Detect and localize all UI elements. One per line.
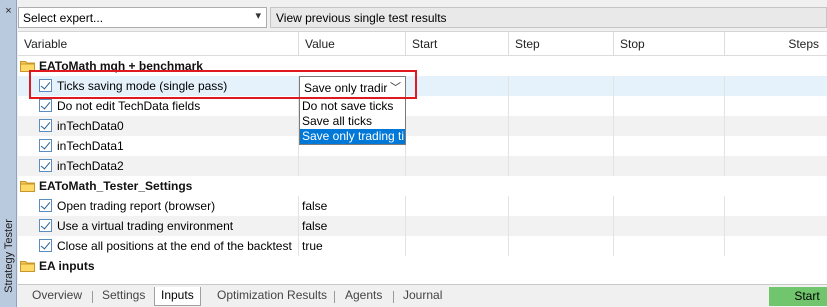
- inputs-grid: Variable Value Start Step Stop Steps EAT…: [18, 31, 827, 284]
- parameter-row[interactable]: Use a virtual trading environment false: [18, 216, 827, 236]
- grid-header: Variable Value Start Step Stop Steps: [18, 32, 827, 56]
- parameter-row[interactable]: inTechData0: [18, 116, 827, 136]
- parameter-name: Use a virtual trading environment: [57, 219, 234, 233]
- column-header-step[interactable]: Step: [509, 32, 613, 56]
- dropdown-option[interactable]: Save all ticks: [300, 114, 405, 129]
- parameter-value[interactable]: false: [302, 199, 327, 213]
- checkbox-icon[interactable]: [39, 139, 52, 152]
- panel-title: Strategy Tester: [2, 219, 15, 293]
- parameter-row[interactable]: inTechData1: [18, 136, 827, 156]
- panel-title-vertical: Strategy Tester: [0, 211, 17, 301]
- view-previous-results-label: View previous single test results: [276, 11, 447, 25]
- dropdown-option[interactable]: Do not save ticks: [300, 99, 405, 114]
- bottom-tab-bar: Overview Settings Inputs Optimization Re…: [18, 284, 827, 307]
- view-previous-results-button[interactable]: View previous single test results: [270, 7, 827, 28]
- column-header-value[interactable]: Value: [299, 32, 405, 56]
- group-row[interactable]: EA inputs: [18, 256, 827, 276]
- folder-icon: [20, 261, 35, 272]
- column-header-start[interactable]: Start: [406, 32, 508, 56]
- parameter-row[interactable]: Open trading report (browser) false: [18, 196, 827, 216]
- parameter-row[interactable]: inTechData2: [18, 156, 827, 176]
- tab-optimization-results[interactable]: Optimization Results: [211, 287, 333, 306]
- ticks-mode-dropdown: Do not save ticks Save all ticks Save on…: [299, 98, 406, 145]
- annotation-highlight-box: [29, 70, 417, 99]
- tab-inputs[interactable]: Inputs: [154, 287, 201, 306]
- group-row[interactable]: EAToMath_Tester_Settings: [18, 176, 827, 196]
- parameter-name: Open trading report (browser): [57, 199, 216, 213]
- parameter-name: inTechData2: [57, 159, 124, 173]
- checkbox-icon[interactable]: [39, 159, 52, 172]
- tab-overview[interactable]: Overview: [26, 287, 88, 306]
- parameter-name: inTechData1: [57, 139, 124, 153]
- expert-select-value: Select expert...: [23, 11, 104, 25]
- parameter-value[interactable]: true: [302, 239, 323, 253]
- checkbox-icon[interactable]: [39, 219, 52, 232]
- group-title: EAToMath_Tester_Settings: [39, 179, 193, 193]
- column-header-steps[interactable]: Steps: [725, 32, 825, 56]
- parameter-name: inTechData0: [57, 119, 124, 133]
- parameter-name: Close all positions at the end of the ba…: [57, 239, 292, 253]
- side-panel-strip: × Strategy Tester: [0, 0, 17, 307]
- start-button[interactable]: Start: [769, 287, 827, 306]
- parameter-value[interactable]: false: [302, 219, 327, 233]
- column-header-variable[interactable]: Variable: [18, 32, 298, 56]
- dropdown-option-highlighted[interactable]: Save only trading ti: [300, 129, 405, 144]
- parameter-row[interactable]: Do not edit TechData fields: [18, 96, 827, 116]
- tab-journal[interactable]: Journal: [397, 287, 448, 306]
- column-header-stop[interactable]: Stop: [614, 32, 724, 56]
- tab-agents[interactable]: Agents: [339, 287, 388, 306]
- parameter-name: Do not edit TechData fields: [57, 99, 201, 113]
- group-title: EA inputs: [39, 259, 95, 273]
- expert-select[interactable]: Select expert... ▾: [18, 7, 267, 28]
- close-icon[interactable]: ×: [3, 6, 14, 17]
- folder-icon: [20, 181, 35, 192]
- checkbox-icon[interactable]: [39, 119, 52, 132]
- chevron-down-icon: ▾: [255, 10, 261, 22]
- checkbox-icon[interactable]: [39, 239, 52, 252]
- parameter-row[interactable]: Close all positions at the end of the ba…: [18, 236, 827, 256]
- checkbox-icon[interactable]: [39, 199, 52, 212]
- tab-settings[interactable]: Settings: [96, 287, 151, 306]
- checkbox-icon[interactable]: [39, 99, 52, 112]
